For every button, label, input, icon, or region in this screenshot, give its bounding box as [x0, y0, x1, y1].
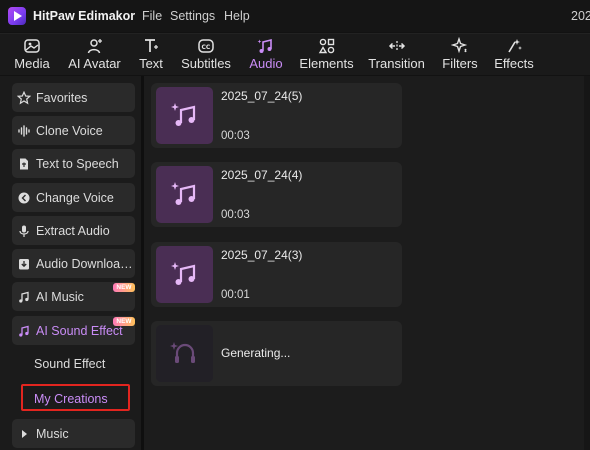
star-icon	[17, 90, 31, 104]
text-icon	[145, 39, 158, 52]
tab-label: Media	[14, 56, 50, 71]
creation-card[interactable]: 2025_07_24(4) 00:03	[151, 162, 402, 227]
subitem-sound-effect[interactable]: Sound Effect	[34, 357, 105, 371]
music-note-icon	[171, 103, 196, 126]
text-to-speech-icon	[20, 158, 28, 169]
tab-text[interactable]: Text	[138, 34, 164, 76]
sidebar-item-label: AI Music	[36, 289, 84, 304]
effects-icon	[508, 39, 522, 53]
sidebar-item-label: Audio Downloa…	[36, 256, 133, 271]
sidebar-item-label: Text to Speech	[36, 156, 119, 171]
tab-media[interactable]: Media	[13, 34, 51, 76]
tab-label: Elements	[299, 56, 354, 71]
sidebar-item-label: Favorites	[36, 90, 88, 105]
menu-file[interactable]: File	[142, 9, 162, 23]
sidebar-item-extract-audio[interactable]: Extract Audio	[12, 216, 135, 245]
creation-thumbnail	[156, 325, 213, 382]
tab-label: Effects	[494, 56, 534, 71]
app-name: HitPaw Edimakor	[33, 9, 136, 23]
subtitles-icon: CC	[198, 39, 214, 53]
caret-right-icon	[22, 429, 27, 438]
elements-icon	[318, 38, 334, 54]
sidebar-item-change-voice[interactable]: Change Voice	[12, 183, 135, 212]
sidebar-item-audio-download[interactable]: Audio Downloa…	[12, 249, 135, 278]
sidebar-item-label: Music	[36, 426, 69, 441]
sidebar-item-favorites[interactable]: Favorites	[12, 83, 135, 112]
tab-elements[interactable]: Elements	[299, 34, 354, 76]
clipped-title-text: 202	[571, 9, 590, 23]
filters-icon	[451, 37, 468, 54]
creation-title: 2025_07_24(5)	[221, 89, 303, 103]
main-toolbar: Media AI Avatar Text CC Subtitles Audio …	[0, 33, 590, 75]
svg-text:CC: CC	[202, 44, 211, 51]
creation-duration: 00:03	[221, 130, 250, 142]
creation-duration: 00:03	[221, 209, 250, 221]
generating-headphone-icon	[170, 342, 195, 363]
tab-ai-avatar[interactable]: AI Avatar	[67, 34, 122, 76]
waveform-icon	[18, 124, 30, 137]
ai-music-icon	[19, 291, 29, 303]
tab-label: Filters	[442, 56, 478, 71]
sidebar-item-clone-voice[interactable]: Clone Voice	[12, 116, 135, 145]
tab-filters[interactable]: Filters	[442, 34, 478, 76]
transition-icon	[388, 41, 405, 51]
media-icon	[24, 39, 40, 53]
download-icon	[19, 258, 29, 269]
content-scrollbar[interactable]	[584, 76, 590, 450]
tab-label: Text	[139, 56, 163, 71]
microphone-icon	[19, 225, 29, 237]
sidebar-item-text-to-speech[interactable]: Text to Speech	[12, 149, 135, 178]
menu-help[interactable]: Help	[224, 9, 250, 23]
creation-thumbnail	[156, 87, 213, 144]
tab-transition[interactable]: Transition	[368, 34, 425, 76]
creation-card[interactable]: 2025_07_24(5) 00:03	[151, 83, 402, 148]
menu-settings[interactable]: Settings	[170, 9, 215, 23]
music-note-icon	[171, 262, 196, 285]
ai-sound-effect-icon	[19, 325, 29, 337]
tab-label: Subtitles	[181, 56, 231, 71]
new-badge: NEW	[113, 283, 135, 292]
sidebar-item-music[interactable]: Music	[12, 419, 135, 448]
sidebar-item-label: Change Voice	[36, 190, 114, 205]
tab-audio[interactable]: Audio	[247, 34, 285, 76]
creation-card-generating[interactable]: Generating...	[151, 321, 402, 386]
new-badge: NEW	[113, 317, 135, 326]
highlight-annotation	[21, 384, 130, 411]
generating-label: Generating...	[221, 346, 291, 360]
tab-label: Audio	[249, 56, 283, 71]
creation-thumbnail	[156, 246, 213, 303]
title-bar: HitPaw Edimakor File Settings Help 202	[0, 0, 590, 32]
sidebar-item-label: Clone Voice	[36, 123, 103, 138]
creation-card[interactable]: 2025_07_24(3) 00:01	[151, 242, 402, 307]
creation-duration: 00:01	[221, 289, 250, 301]
creation-title: 2025_07_24(3)	[221, 248, 303, 262]
sidebar-item-label: Extract Audio	[36, 223, 110, 238]
tab-effects[interactable]: Effects	[494, 34, 534, 76]
sidebar-item-label: AI Sound Effect	[36, 323, 123, 338]
audio-icon	[257, 38, 272, 53]
tab-label: AI Avatar	[68, 56, 121, 71]
creation-thumbnail	[156, 166, 213, 223]
music-note-icon	[171, 182, 196, 205]
tab-label: Transition	[368, 56, 425, 71]
change-voice-icon	[18, 192, 30, 203]
ai-avatar-icon	[87, 39, 102, 54]
creation-title: 2025_07_24(4)	[221, 168, 303, 182]
app-logo-icon	[8, 7, 26, 25]
tab-subtitles[interactable]: CC Subtitles	[180, 34, 232, 76]
